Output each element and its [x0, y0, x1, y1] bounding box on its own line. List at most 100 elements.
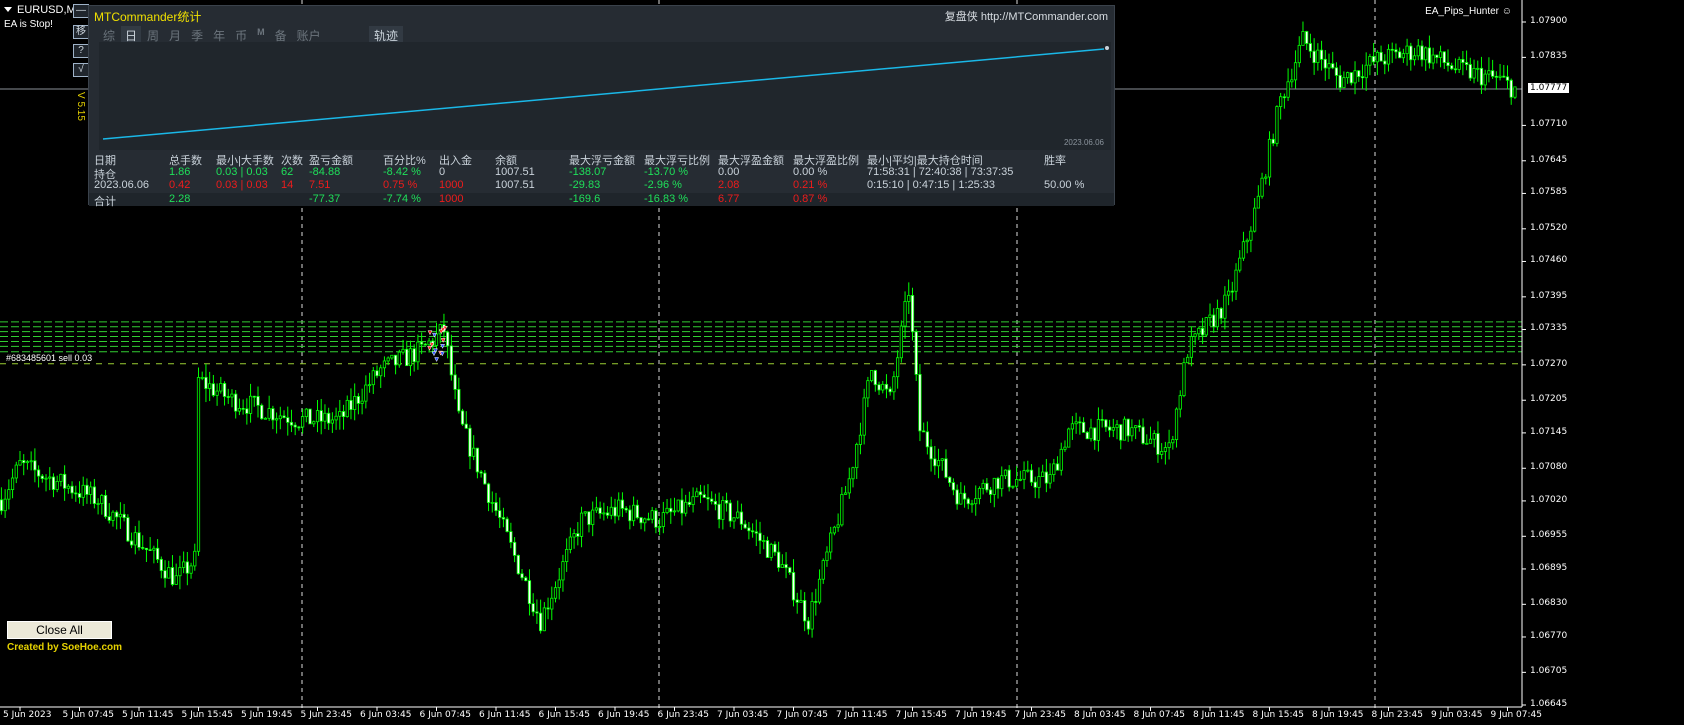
candle-body: [1316, 49, 1320, 64]
time-tick-label: 9 Jun 03:45: [1431, 710, 1483, 720]
candle-body: [107, 516, 111, 521]
candle-body: [951, 482, 956, 491]
price-tick-label: 1.06830: [1530, 598, 1568, 609]
candle-body: [1096, 419, 1101, 441]
candle-body: [1360, 76, 1365, 79]
candle-body: [1037, 476, 1041, 488]
candle-body: [933, 458, 937, 467]
price-tick-label: 1.06645: [1530, 699, 1568, 709]
candle-body: [587, 511, 591, 525]
candle-body: [821, 560, 825, 580]
candle-body: [1290, 79, 1294, 83]
candle-body: [1461, 58, 1465, 63]
candle-body: [1182, 362, 1186, 397]
candle-body: [687, 501, 691, 505]
candle-body: [252, 395, 256, 398]
candle-body: [1070, 423, 1075, 430]
check-button[interactable]: √: [73, 63, 89, 77]
candle-body: [1245, 239, 1249, 243]
candle-body: [1253, 207, 1257, 232]
table-cell: -2.96 %: [644, 179, 682, 191]
candle-body: [148, 549, 152, 551]
candle-body: [750, 530, 755, 533]
candle-body: [1059, 448, 1063, 471]
table-cell: 1000: [439, 179, 464, 191]
candle-body: [263, 417, 268, 420]
candle-body: [955, 489, 959, 505]
candle-body: [962, 492, 967, 500]
candle-body: [509, 531, 513, 543]
candle-body: [873, 370, 877, 386]
candle-body: [1197, 327, 1201, 335]
candle-body: [397, 351, 401, 366]
candle-body: [561, 561, 565, 581]
close-all-button[interactable]: Close All: [7, 621, 112, 639]
candle-body: [1450, 65, 1454, 70]
candle-body: [10, 477, 15, 491]
price-tick-label: 1.07395: [1530, 290, 1568, 301]
candle-body: [825, 551, 829, 561]
candle-body: [773, 543, 777, 553]
candle-body: [1386, 48, 1391, 65]
candle-body: [129, 540, 134, 546]
panel-link[interactable]: 复盘侠 http://MTCommander.com: [945, 8, 1108, 24]
smiley-icon: ☺: [1501, 6, 1512, 17]
candle-body: [1223, 294, 1227, 319]
candle-body: [572, 533, 576, 538]
candle-body: [22, 460, 26, 464]
minimize-button[interactable]: —: [73, 4, 89, 18]
candle-body: [1219, 308, 1223, 319]
candle-body: [457, 389, 461, 412]
candle-body: [1011, 485, 1015, 488]
candle-body: [516, 555, 520, 575]
candle-body: [959, 492, 963, 505]
candle-body: [133, 532, 137, 546]
candle-body: [1189, 336, 1194, 358]
candle-body: [204, 376, 208, 389]
candle-body: [237, 407, 242, 412]
table-row: 合计 2.28 -77.37 -7.74 % 1000 -169.6 -16.83 % 6.7…: [89, 192, 1114, 208]
table-cell: 2.08: [718, 179, 740, 191]
candle-body: [423, 343, 427, 346]
candle-body: [799, 600, 803, 603]
candle-body: [379, 367, 383, 377]
candle-body: [929, 446, 933, 460]
candle-body: [672, 510, 677, 513]
candle-body: [1427, 47, 1432, 64]
move-button[interactable]: 移: [73, 25, 89, 39]
candle-body: [840, 494, 844, 526]
candle-body: [1505, 76, 1510, 81]
table-cell: 7.51: [309, 179, 331, 191]
candle-body: [624, 507, 628, 511]
candle-body: [334, 415, 338, 421]
candle-body: [862, 397, 866, 436]
stats-table: 日期 总手数 最小|大手数 次数 盈亏金额 百分比% 出入金 余额 最大浮亏金额 最大浮亏比例 最大…: [89, 152, 1114, 208]
candle-body: [1271, 138, 1275, 144]
candle-body: [565, 549, 569, 563]
candle-body: [728, 502, 732, 522]
candle-body: [308, 408, 312, 425]
candle-body: [1345, 72, 1350, 79]
candle-body: [14, 464, 18, 479]
candle-body: [721, 500, 725, 520]
candle-body: [1141, 426, 1145, 444]
candle-body: [367, 384, 372, 387]
candle-body: [89, 486, 93, 495]
candle-body: [1048, 474, 1052, 484]
time-tick-label: 5 Jun 15:45: [181, 710, 233, 720]
candle-body: [762, 540, 766, 542]
table-cell: 0:15:10 | 0:47:15 | 1:25:33: [867, 179, 996, 191]
candle-body: [77, 493, 82, 498]
help-button[interactable]: ?: [73, 44, 89, 58]
candle-body: [115, 511, 119, 518]
candle-body: [375, 370, 379, 377]
candle-body: [736, 511, 740, 519]
candle-body: [1453, 68, 1458, 71]
candle-body: [1349, 72, 1353, 84]
candle-body: [810, 601, 814, 630]
candle-body: [974, 498, 978, 505]
candle-body: [1468, 64, 1472, 79]
credit-label: Created by SoeHoe.com: [7, 642, 123, 653]
candle-body: [25, 461, 30, 464]
candle-body: [182, 561, 186, 568]
